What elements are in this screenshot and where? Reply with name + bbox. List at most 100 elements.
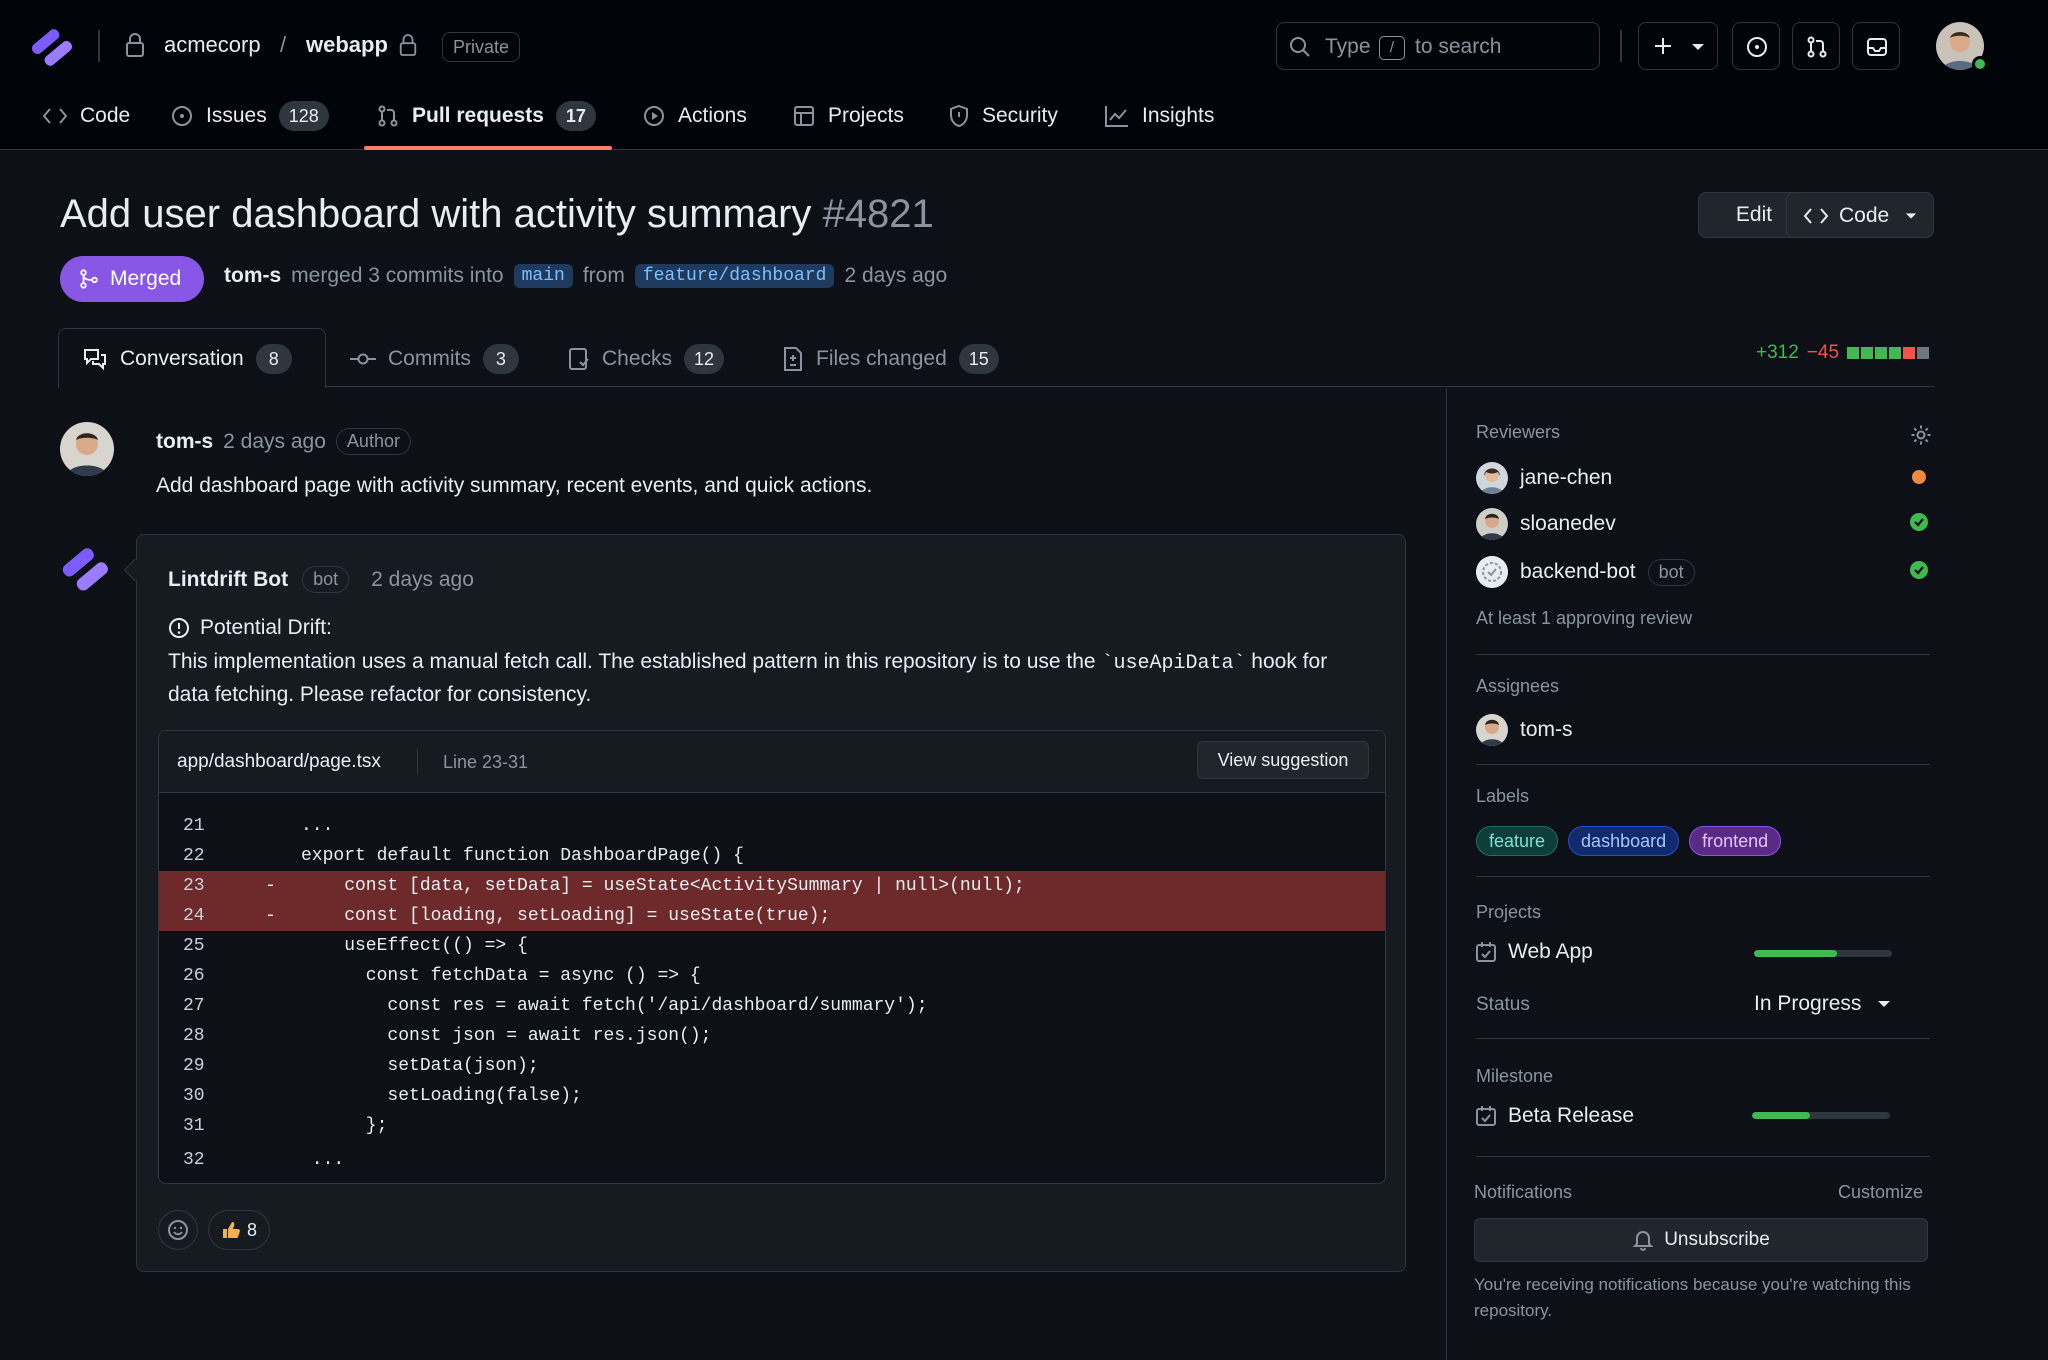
label-frontend[interactable]: frontend (1689, 826, 1782, 856)
code-line: 28 const json = await res.json(); (159, 1021, 1385, 1051)
chevron-down-icon (1905, 213, 1917, 219)
nav-code[interactable]: Code (42, 98, 130, 134)
comment-icon (84, 349, 106, 371)
nav-issues-label: Issues (206, 104, 267, 127)
code-text: }; (301, 1116, 388, 1136)
bot-badge: bot (1647, 558, 1695, 586)
pr-meta: tom-s merged 3 commits into main from fe… (224, 264, 947, 288)
reviewer-sloanedev[interactable]: sloanedev (1476, 508, 1616, 540)
code-text: const [data, setData] = useState<Activit… (301, 876, 1025, 896)
comment-author-avatar[interactable] (60, 422, 114, 476)
nav-security[interactable]: Security (948, 98, 1058, 134)
reviewer-jane-chen[interactable]: jane-chen (1476, 462, 1612, 494)
bot-badge: bot (302, 566, 350, 593)
nav-issues[interactable]: Issues 128 (170, 98, 329, 134)
bot-name[interactable]: Lintdrift Bot (168, 568, 288, 592)
code-text: useEffect(() => { (301, 936, 528, 956)
code-text: ... (301, 1150, 345, 1170)
header-divider (98, 30, 100, 62)
repo-name-link[interactable]: webapp (306, 32, 388, 58)
status-label: Status (1476, 994, 1530, 1015)
lock-icon (124, 32, 146, 58)
nav-actions[interactable]: Actions (642, 98, 747, 134)
sidebar-divider (1476, 764, 1930, 765)
code-file-path[interactable]: app/dashboard/page.tsx (177, 751, 381, 773)
inbox-button[interactable] (1852, 22, 1900, 70)
code-dropdown-button[interactable]: Code (1786, 192, 1934, 238)
code-text: const fetchData = async () => { (301, 966, 701, 986)
reaction-count: 8 (246, 1219, 257, 1240)
merged-status-label: Merged (110, 267, 182, 290)
page-title: Add user dashboard with activity summary… (60, 192, 934, 237)
reviewers-note: At least 1 approving review (1476, 608, 1693, 628)
labels-heading: Labels (1476, 786, 1530, 806)
merge-icon (80, 269, 98, 289)
gear-icon (1911, 425, 1931, 445)
search-icon (1289, 36, 1311, 58)
tab-commits[interactable]: Commits 3 (350, 344, 519, 374)
bot-avatar-icon (1476, 556, 1508, 588)
add-reaction-button[interactable] (158, 1210, 198, 1250)
approved-check-icon (1910, 513, 1928, 531)
tab-conversation[interactable]: Conversation 8 (82, 344, 292, 374)
customize-link[interactable]: Customize (1838, 1182, 1923, 1203)
head-branch[interactable]: feature/dashboard (634, 264, 835, 288)
nav-pull-requests-label: Pull requests (412, 104, 544, 127)
code-line: 25 useEffect(() => { (159, 931, 1385, 961)
repo-owner-link[interactable]: acmecorp (164, 32, 261, 58)
header-divider (1620, 30, 1622, 62)
nav-security-label: Security (982, 104, 1058, 127)
view-suggestion-button[interactable]: View suggestion (1197, 741, 1369, 779)
create-new-button[interactable] (1638, 22, 1718, 70)
status-dropdown[interactable]: In Progress (1754, 992, 1891, 1016)
nav-insights-label: Insights (1142, 104, 1215, 127)
reviewer-backend-bot[interactable]: backend-bot bot (1476, 556, 1695, 588)
shield-icon (950, 104, 968, 128)
reviewer-name: backend-bot (1520, 560, 1636, 583)
reviewers-settings-button[interactable] (1910, 424, 1932, 446)
chevron-down-icon (1692, 44, 1704, 50)
nav-issues-count: 128 (278, 101, 329, 131)
pull-requests-button[interactable] (1792, 22, 1840, 70)
nav-pull-requests-count: 17 (555, 101, 596, 131)
tab-files-changed-label: Files changed (816, 347, 947, 370)
code-line: 30 setLoading(false); (159, 1081, 1385, 1111)
label-feature[interactable]: feature (1476, 826, 1559, 856)
pending-status-icon (1912, 470, 1926, 484)
pr-author-link[interactable]: tom-s (224, 264, 281, 288)
drift-text-before: This implementation uses a manual fetch … (168, 650, 1102, 673)
issues-button[interactable] (1732, 22, 1780, 70)
from-text: from (582, 264, 625, 287)
reviewer-name: sloanedev (1520, 512, 1616, 535)
milestone-beta-release[interactable]: Beta Release (1476, 1104, 1634, 1128)
lintdrift-logo-icon[interactable] (28, 22, 76, 70)
comment-time[interactable]: 2 days ago (223, 430, 326, 454)
assignee-tom-s[interactable]: tom-s (1476, 714, 1573, 746)
project-web-app[interactable]: Web App (1476, 940, 1593, 964)
code-text: setData(json); (301, 1056, 539, 1076)
unsubscribe-button[interactable]: Unsubscribe (1474, 1218, 1928, 1262)
thumbs-up-reaction[interactable]: 8 (208, 1210, 270, 1250)
milestone-heading: Milestone (1476, 1066, 1554, 1086)
bot-comment-header: Lintdrift Bot bot 2 days ago (168, 566, 474, 593)
search-input[interactable]: Type / to search (1276, 22, 1600, 70)
diff-marker: - (265, 906, 276, 926)
pr-number: #4821 (822, 192, 934, 236)
tab-files-changed[interactable]: Files changed 15 (782, 344, 999, 374)
tab-checks-count: 12 (684, 344, 725, 374)
tab-commits-count: 3 (482, 344, 519, 374)
bot-comment-time[interactable]: 2 days ago (371, 568, 474, 592)
label-dashboard[interactable]: dashboard (1568, 826, 1680, 856)
active-nav-underline (364, 146, 612, 150)
comment-author[interactable]: tom-s (156, 430, 213, 454)
nav-insights[interactable]: Insights (1104, 98, 1214, 134)
base-branch[interactable]: main (513, 264, 573, 288)
lintdrift-bot-avatar-icon[interactable] (58, 540, 114, 596)
pull-request-icon (378, 105, 398, 127)
notification-reason: You're receiving notifications because y… (1474, 1275, 1911, 1320)
nav-projects-label: Projects (828, 104, 904, 127)
nav-pull-requests[interactable]: Pull requests 17 (376, 98, 596, 134)
search-placeholder-suffix: to search (1415, 35, 1502, 58)
nav-projects[interactable]: Projects (792, 98, 904, 134)
tab-checks[interactable]: Checks 12 (568, 344, 725, 374)
